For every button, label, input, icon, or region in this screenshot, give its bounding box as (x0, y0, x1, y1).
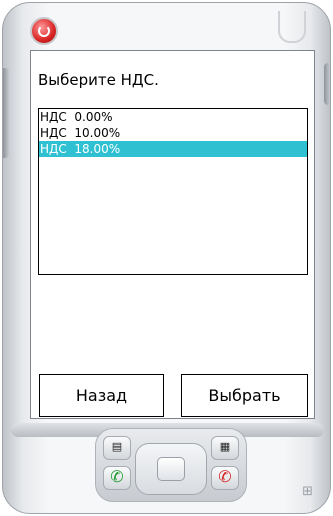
back-button[interactable]: Назад (39, 374, 164, 417)
select-button[interactable]: Выбрать (181, 374, 308, 417)
power-icon[interactable] (30, 17, 58, 45)
vat-list[interactable]: НДС 0.00% НДС 10.00% НДС 18.00% (38, 108, 308, 275)
dpad[interactable] (135, 443, 207, 495)
stylus-slot (278, 11, 306, 43)
list-item-selected[interactable]: НДС 18.00% (39, 141, 307, 157)
list-item[interactable]: НДС 10.00% (39, 125, 307, 141)
call-icon[interactable]: ✆ (103, 466, 131, 490)
contacts-icon[interactable]: ▤ (103, 436, 131, 460)
windows-logo-icon: ⊞ (302, 484, 313, 499)
screen: Выберите НДС. НДС 0.00% НДС 10.00% НДС 1… (30, 50, 315, 419)
prompt-label: Выберите НДС. (38, 71, 159, 89)
list-item[interactable]: НДС 0.00% (39, 109, 307, 125)
side-button-right[interactable] (324, 63, 330, 105)
side-button-left[interactable] (3, 68, 9, 158)
grid-icon[interactable]: ▦ (211, 436, 239, 460)
end-call-icon[interactable]: ✆ (211, 466, 239, 490)
dpad-center-button[interactable] (157, 457, 185, 481)
